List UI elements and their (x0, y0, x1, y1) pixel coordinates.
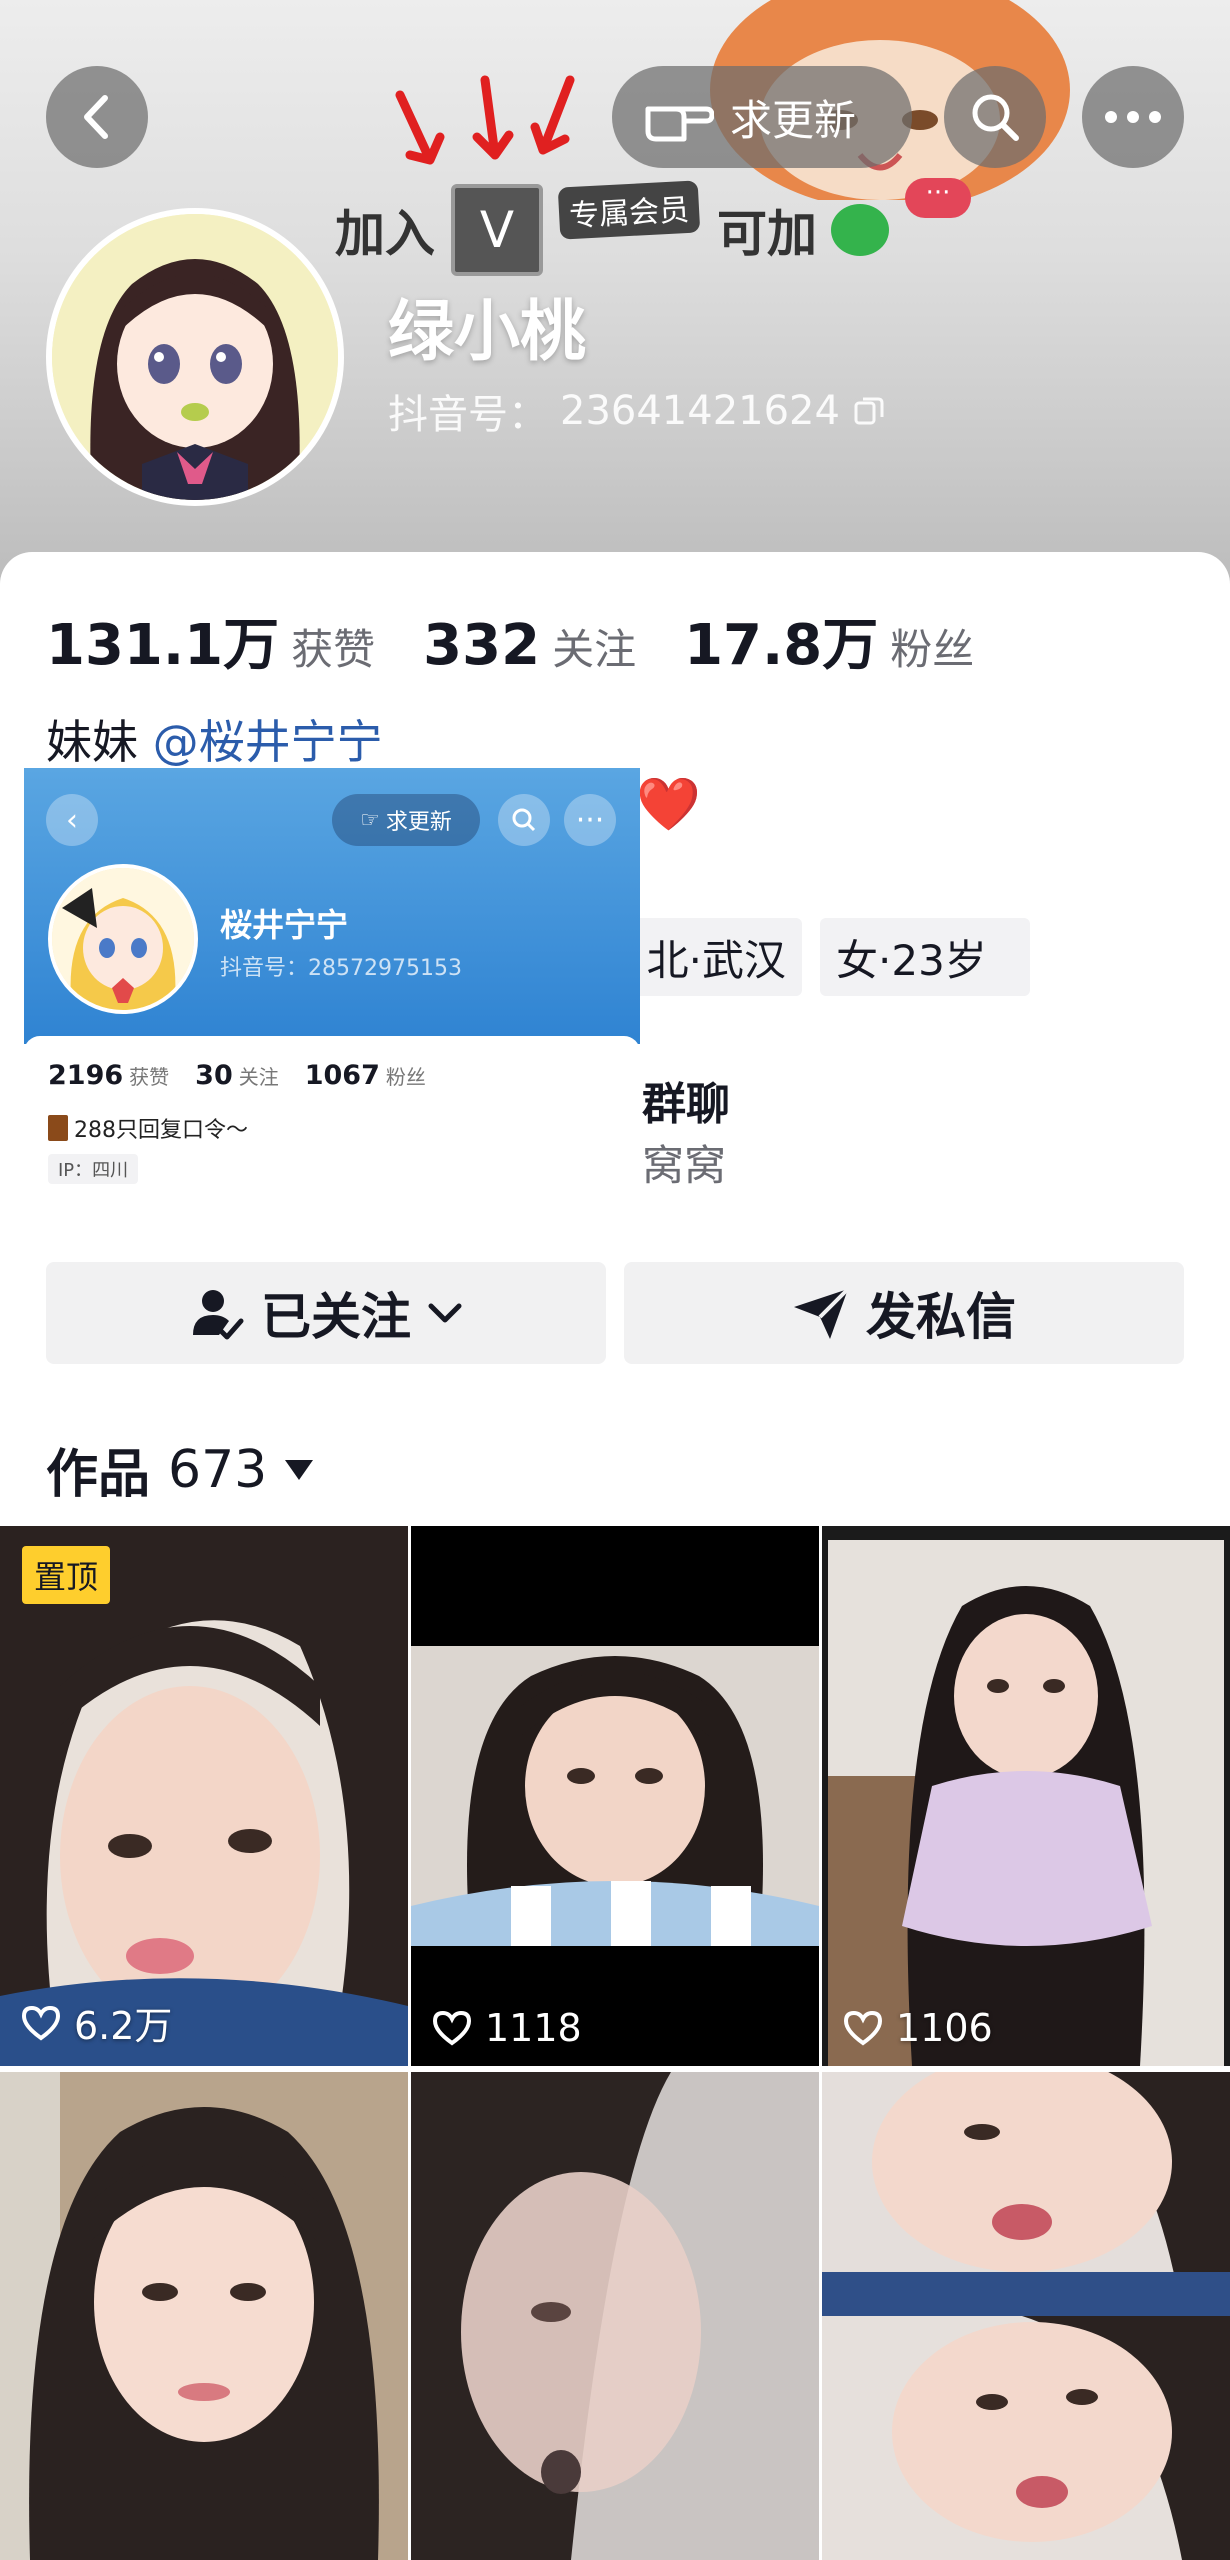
followed-button[interactable]: 已关注 (46, 1262, 606, 1364)
works-tab[interactable]: 作品 673 (46, 1432, 314, 1507)
red-arrows-decoration (395, 75, 575, 165)
embedded-more-icon: ··· (564, 794, 616, 846)
group-chat-name[interactable]: 窝窝 (642, 1132, 726, 1193)
video-thumbnail-6[interactable] (822, 2072, 1230, 2560)
fans-count[interactable]: 17.8万 (684, 600, 878, 681)
bio-mention-link[interactable]: @桜井宁宁 (153, 715, 383, 769)
user-check-icon (193, 1290, 244, 1340)
member-join-banner: 加入 V 专属会员 可加 (335, 180, 889, 278)
send-message-button[interactable]: 发私信 (624, 1262, 1184, 1364)
pinned-badge: 置顶 (22, 1546, 111, 1604)
dropdown-triangle-icon (285, 1459, 314, 1480)
embedded-bio-text: 288只回复口令～ (74, 1118, 248, 1143)
following-label[interactable]: 关注 (552, 616, 636, 677)
heart-outline-icon (21, 2005, 61, 2040)
copy-icon[interactable] (852, 394, 886, 428)
following-count[interactable]: 332 (423, 613, 540, 678)
can-add-text: 可加 (717, 205, 817, 263)
likes-label: 获赞 (291, 625, 376, 674)
more-dots-icon (1105, 111, 1161, 123)
embedded-following-label: 关注 (238, 1065, 279, 1089)
embedded-request-update-label: 求更新 (385, 810, 452, 835)
gender-age-tag: 女·23岁 (820, 918, 1030, 996)
request-update-button[interactable]: 求更新 (612, 66, 912, 168)
search-icon (972, 94, 1019, 141)
embedded-nickname: 桜井宁宁 (220, 906, 349, 944)
video-thumbnail-image (411, 1526, 819, 2066)
uid-value: 23641421624 (560, 388, 840, 434)
embedded-bio: 288只回复口令～ (48, 1112, 248, 1144)
video-thumbnail-2[interactable]: 1118 (411, 1526, 819, 2066)
join-text: 加入 (335, 205, 435, 263)
pointing-hand-icon (645, 106, 714, 142)
embedded-likes-label: 获赞 (129, 1065, 170, 1089)
embedded-avatar (48, 864, 198, 1014)
video-thumbnail-4[interactable] (0, 2072, 408, 2560)
works-label: 作品 (46, 1445, 151, 1505)
bio-text: 妹妹 @桜井宁宁 (46, 706, 383, 772)
embedded-fans-label: 粉丝 (385, 1065, 426, 1089)
embedded-back-icon: ‹ (46, 794, 98, 846)
embedded-likes-count: 2196 (48, 1060, 124, 1091)
video-thumbnail-image (822, 1526, 1230, 2066)
embedded-search-icon (498, 794, 550, 846)
video-thumbnail-image (0, 2072, 408, 2560)
embedded-ip-tag: IP：四川 (48, 1154, 139, 1184)
video-thumbnail-image (822, 2072, 1230, 2560)
vip-v-icon: V (451, 184, 543, 276)
followed-label: 已关注 (261, 1288, 411, 1346)
send-message-label: 发私信 (866, 1288, 1016, 1346)
uid-label: 抖音号： (388, 392, 548, 438)
embedded-uid: 抖音号：28572975153 (220, 950, 462, 982)
wechat-bubble-icon (831, 204, 889, 256)
chevron-down-icon (428, 1303, 462, 1323)
fans-label[interactable]: 粉丝 (890, 616, 974, 677)
embedded-uid-value: 28572975153 (308, 956, 462, 981)
embedded-uid-label: 抖音号： (220, 956, 309, 981)
video-like-count: 6.2万 (20, 1995, 172, 2050)
member-text: 专属会员 (557, 180, 701, 240)
like-count-value: 6.2万 (74, 2004, 173, 2048)
video-thumbnail-5[interactable] (411, 2072, 819, 2560)
group-chat-title[interactable]: 群聊 (642, 1068, 730, 1132)
chevron-left-icon (84, 95, 108, 139)
paper-plane-icon (794, 1287, 850, 1339)
video-like-count: 1106 (842, 2006, 993, 2050)
door-icon (48, 1115, 68, 1141)
profile-nickname: 绿小桃 (388, 293, 586, 370)
bio-prefix: 妹妹 (46, 715, 138, 769)
embedded-following-count: 30 (195, 1060, 233, 1091)
video-like-count: 1118 (431, 2006, 582, 2050)
more-options-button[interactable] (1082, 66, 1184, 168)
embedded-stats: 2196 获赞 30 关注 1067 粉丝 (48, 1060, 452, 1091)
request-update-label: 求更新 (730, 95, 857, 145)
chat-dots-badge: ··· (905, 178, 971, 218)
heart-emoji: ❤️ (636, 775, 701, 835)
avatar[interactable] (46, 208, 344, 506)
profile-stats: 131.1万 获赞 332 关注 17.8万 粉丝 (46, 600, 1022, 681)
embedded-fans-count: 1067 (304, 1060, 380, 1091)
embedded-request-update: ☞ 求更新 (332, 794, 480, 846)
works-count: 673 (168, 1439, 268, 1500)
embedded-avatar-image (52, 868, 194, 1010)
profile-uid-row: 抖音号： 23641421624 (388, 382, 886, 440)
avatar-anime-girl-image (52, 214, 338, 500)
embedded-profile-screenshot: ‹ ☞ 求更新 ··· 桜井宁宁 抖音号：28572975153 2196 获赞 … (24, 768, 640, 1196)
heart-outline-icon (843, 2010, 883, 2046)
like-count-value: 1118 (485, 2006, 582, 2050)
embedded-hand-icon: ☞ (360, 807, 380, 833)
heart-outline-icon (432, 2010, 472, 2046)
video-grid: 置顶 6.2万 1118 1106 (0, 1526, 1230, 2560)
search-button[interactable] (944, 66, 1046, 168)
back-button[interactable] (46, 66, 148, 168)
like-count-value: 1106 (896, 2006, 993, 2050)
video-thumbnail-image (0, 1526, 408, 2066)
video-thumbnail-image (411, 2072, 819, 2560)
video-thumbnail-3[interactable]: 1106 (822, 1526, 1230, 2066)
video-thumbnail-1[interactable]: 置顶 6.2万 (0, 1526, 408, 2066)
profile-header-banner: 加入 V 专属会员 可加 ··· 求更新 绿小桃 抖音号： 2364142162… (0, 0, 1230, 620)
likes-count: 131.1万 (46, 613, 280, 678)
